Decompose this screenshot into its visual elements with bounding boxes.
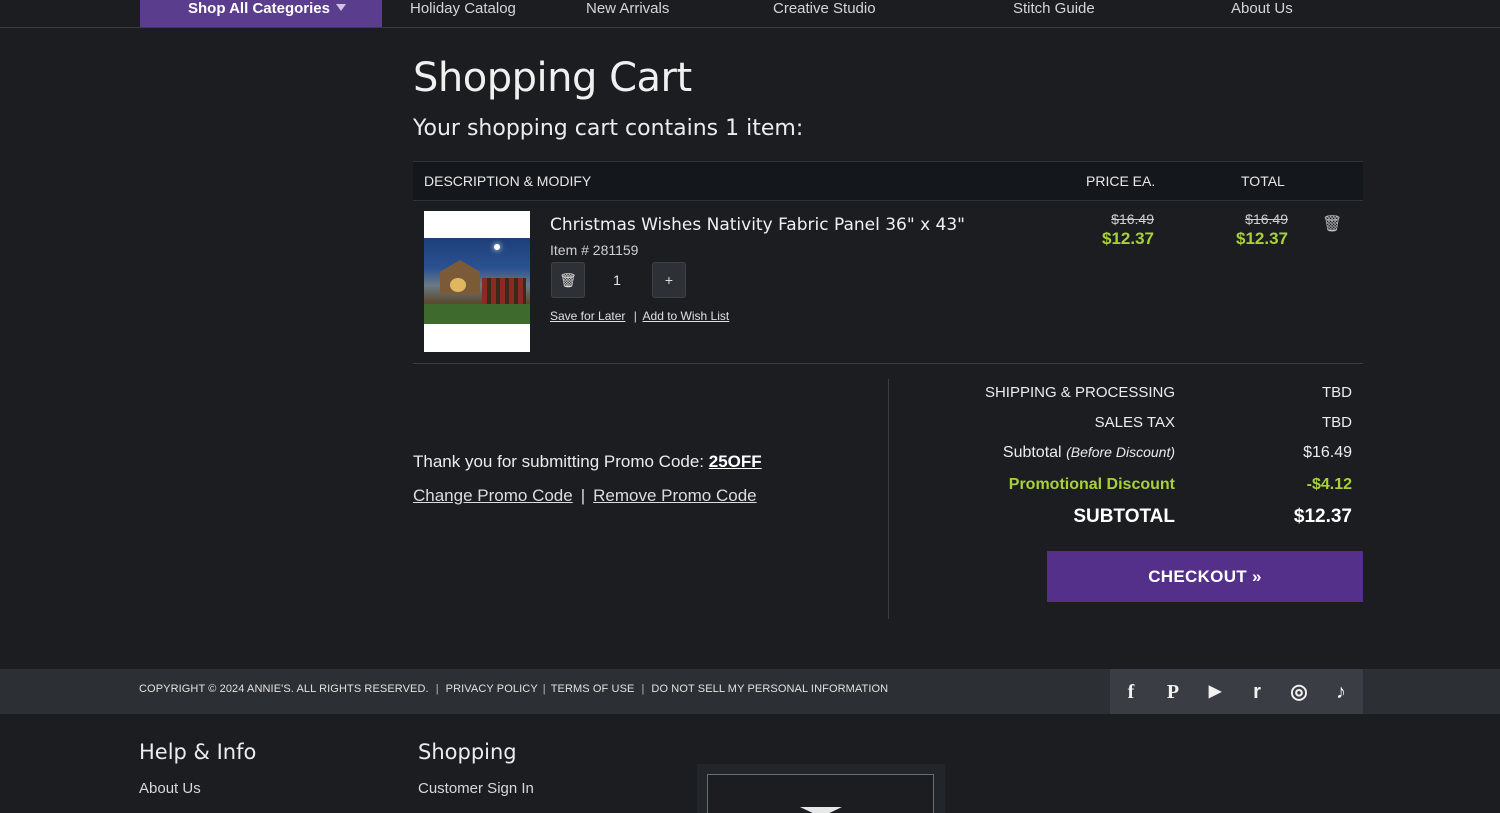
- tiktok-icon[interactable]: ♪: [1328, 679, 1354, 705]
- subtotal-before-note: (Before Discount): [1066, 444, 1175, 460]
- sales-tax-value: TBD: [1322, 414, 1352, 431]
- link-separator: |: [633, 309, 637, 323]
- subtotal-before-text: Subtotal: [1002, 444, 1062, 461]
- cart-table-header: DESCRIPTION & MODIFY PRICE EA. TOTAL: [413, 161, 1363, 201]
- header-total: TOTAL: [1241, 173, 1285, 189]
- nav-about-us[interactable]: About Us: [1231, 0, 1293, 18]
- total-original: $16.49: [1245, 211, 1288, 227]
- terms-of-use-link[interactable]: TERMS OF USE: [551, 683, 635, 695]
- cart-item-row: Christmas Wishes Nativity Fabric Panel 3…: [413, 201, 1363, 364]
- shopping-heading: Shopping: [418, 740, 517, 764]
- cart-item-count: Your shopping cart contains 1 item:: [413, 116, 804, 141]
- nav-stitch-guide[interactable]: Stitch Guide: [1013, 0, 1095, 18]
- instagram-icon[interactable]: ◎: [1286, 679, 1312, 705]
- subtotal-label: SUBTOTAL: [1073, 506, 1175, 527]
- remove-promo-link[interactable]: Remove Promo Code: [593, 486, 756, 505]
- ground-shape: [424, 304, 530, 324]
- total-sale: $12.37: [1236, 229, 1288, 248]
- nativity-image: [424, 238, 530, 324]
- subtotal-before-label: Subtotal (Before Discount): [1003, 444, 1175, 462]
- summary-divider: [888, 379, 889, 619]
- top-navigation: Shop All Categories Holiday Catalog New …: [0, 0, 1500, 28]
- nav-holiday-catalog[interactable]: Holiday Catalog: [410, 0, 516, 18]
- promo-discount-value: -$4.12: [1306, 476, 1352, 493]
- add-to-wish-list-link[interactable]: Add to Wish List: [643, 309, 730, 323]
- product-name-link[interactable]: Christmas Wishes Nativity Fabric Panel 3…: [550, 215, 965, 235]
- product-thumbnail[interactable]: [424, 211, 530, 352]
- facebook-icon[interactable]: f: [1118, 679, 1144, 705]
- subtotal-value: $12.37: [1293, 506, 1352, 527]
- save-for-later-link[interactable]: Save for Later: [550, 309, 625, 323]
- shop-all-categories-label: Shop All Categories: [188, 0, 330, 17]
- promo-separator: |: [580, 486, 586, 505]
- footer-about-us-link[interactable]: About Us: [139, 780, 201, 797]
- legal-separator: |: [435, 683, 439, 695]
- shipping-label: SHIPPING & PROCESSING: [984, 384, 1175, 401]
- caret-down-icon: [335, 4, 346, 11]
- envelope-icon: [800, 807, 842, 813]
- nav-creative-studio[interactable]: Creative Studio: [773, 0, 876, 18]
- ravelry-icon[interactable]: r: [1244, 679, 1270, 705]
- newsletter-panel: [707, 774, 934, 813]
- quantity-value[interactable]: 1: [585, 262, 649, 298]
- shipping-value: TBD: [1322, 384, 1352, 401]
- social-links: f P ▶ r ◎ ♪: [1110, 669, 1363, 714]
- footer-customer-sign-in-link[interactable]: Customer Sign In: [418, 780, 534, 797]
- help-info-heading: Help & Info: [139, 740, 257, 764]
- nav-new-arrivals[interactable]: New Arrivals: [586, 0, 669, 18]
- trash-icon[interactable]: 🗑: [1322, 216, 1342, 234]
- pinterest-icon[interactable]: P: [1160, 679, 1186, 705]
- header-description: DESCRIPTION & MODIFY: [424, 173, 592, 189]
- legal-separator: |: [641, 683, 645, 695]
- promo-actions: Change Promo Code | Remove Promo Code: [413, 486, 757, 506]
- promo-discount-label: Promotional Discount: [1008, 476, 1175, 493]
- legal-links: COPYRIGHT © 2024 ANNIE'S. ALL RIGHTS RES…: [139, 683, 888, 695]
- figures-shape: [482, 278, 526, 304]
- trash-icon: 🗑: [559, 272, 577, 288]
- change-promo-link[interactable]: Change Promo Code: [413, 486, 573, 505]
- privacy-policy-link[interactable]: PRIVACY POLICY: [446, 683, 538, 695]
- promo-thanks-text: Thank you for submitting Promo Code:: [413, 452, 705, 471]
- product-item-number: Item # 281159: [550, 242, 639, 258]
- price-sale: $12.37: [1102, 229, 1154, 248]
- sales-tax-label: SALES TAX: [1094, 414, 1175, 431]
- star-shape: [494, 244, 500, 250]
- checkout-button[interactable]: CHECKOUT »: [1047, 551, 1363, 602]
- qty-increase-button[interactable]: +: [652, 262, 686, 298]
- footer-legal-bar: COPYRIGHT © 2024 ANNIE'S. ALL RIGHTS RES…: [0, 669, 1500, 714]
- promo-confirmation: Thank you for submitting Promo Code: 25O…: [413, 452, 762, 472]
- subtotal-before-value: $16.49: [1303, 444, 1352, 461]
- price-original: $16.49: [1111, 211, 1154, 227]
- do-not-sell-link[interactable]: DO NOT SELL MY PERSONAL INFORMATION: [651, 683, 888, 695]
- copyright-text: COPYRIGHT © 2024 ANNIE'S. ALL RIGHTS RES…: [139, 683, 429, 695]
- shop-all-categories-menu[interactable]: Shop All Categories: [140, 0, 382, 27]
- qty-remove-button[interactable]: 🗑: [551, 262, 585, 298]
- item-action-links: Save for Later | Add to Wish List: [550, 309, 729, 323]
- youtube-icon[interactable]: ▶: [1202, 679, 1228, 705]
- newsletter-box: [697, 764, 945, 813]
- header-price: PRICE EA.: [1086, 173, 1156, 189]
- page-title: Shopping Cart: [413, 55, 692, 101]
- legal-separator: |: [542, 683, 546, 695]
- promo-code: 25OFF: [708, 452, 762, 471]
- glow-shape: [450, 278, 466, 292]
